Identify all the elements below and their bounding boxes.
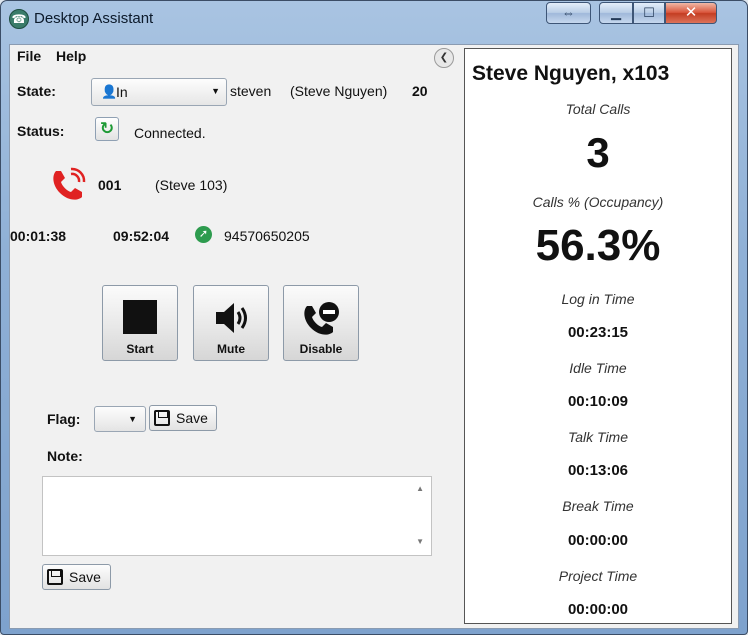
start-label: Start [126, 342, 154, 356]
state-dropdown[interactable]: 👤 In ▼ [91, 78, 227, 106]
talk-time-label: Talk Time [567, 429, 629, 445]
menu-help[interactable]: Help [56, 48, 86, 64]
call-party: (Steve 103) [155, 177, 228, 193]
app-phone-icon: ☎ [9, 9, 29, 29]
total-calls-value: 3 [586, 129, 610, 176]
outbound-call-icon: ➚ [195, 226, 212, 243]
app-window: ☎ Desktop Assistant ⇔ ▁ ☐ ✕ File Help ❮ … [0, 0, 748, 635]
disable-button[interactable]: Disable [283, 285, 359, 361]
save-flag-label: Save [176, 410, 208, 426]
client-area: File Help ❮ State: 👤 In ▼ steven (Steve … [9, 44, 739, 629]
stats-panel: Steve Nguyen, x103 Total Calls 3 Calls %… [464, 48, 732, 624]
phone-disabled-icon [304, 302, 339, 335]
menu-file[interactable]: File [17, 48, 41, 64]
total-calls-label: Total Calls [565, 101, 631, 117]
maximize-button[interactable]: ☐ [633, 2, 665, 24]
break-time-value: 00:00:00 [567, 532, 629, 549]
chevron-down-icon: ▼ [128, 414, 137, 424]
call-duration: 00:01:38 [10, 228, 67, 244]
agent-name: Steve Nguyen, x103 [472, 62, 670, 85]
menu-bar: File Help ❮ [10, 45, 462, 68]
break-time-label: Break Time [562, 498, 634, 514]
save-note-button[interactable]: Save [42, 564, 111, 590]
talk-time-value: 00:13:06 [567, 462, 629, 479]
chevron-down-icon: ▼ [211, 86, 220, 96]
idle-time-value: 00:10:09 [567, 393, 629, 410]
title-bar[interactable]: ☎ Desktop Assistant ⇔ ▁ ☐ ✕ [1, 1, 747, 37]
status-label: Status: [17, 123, 65, 139]
speaker-icon [216, 303, 247, 333]
call-number: 94570650205 [224, 228, 310, 244]
occupancy-value: 56.3% [535, 221, 661, 270]
collapse-panel-icon[interactable]: ❮ [434, 48, 454, 68]
call-line: 001 [98, 177, 122, 193]
extension-count: 20 [412, 83, 428, 99]
mute-button[interactable]: Mute [193, 285, 269, 361]
save-disk-icon [154, 410, 170, 426]
minimize-button[interactable]: ▁ [599, 2, 633, 24]
save-flag-button[interactable]: Save [149, 405, 217, 431]
occupancy-label: Calls % (Occupancy) [532, 194, 664, 210]
disable-label: Disable [299, 342, 343, 356]
project-time-label: Project Time [558, 568, 638, 584]
state-label: State: [17, 83, 56, 99]
note-label: Note: [47, 448, 83, 464]
flag-label: Flag: [47, 411, 81, 427]
state-value: In [116, 84, 128, 100]
flag-dropdown[interactable]: ▼ [94, 406, 146, 432]
mute-label: Mute [217, 342, 245, 356]
login-time-label: Log in Time [561, 291, 635, 307]
close-button[interactable]: ✕ [665, 2, 717, 24]
user-fullname: (Steve Nguyen) [290, 83, 388, 99]
username: steven [230, 83, 272, 99]
refresh-icon[interactable]: ↻ [95, 117, 119, 141]
ringing-phone-icon [53, 167, 86, 200]
save-note-label: Save [69, 569, 101, 585]
save-disk-icon [47, 569, 63, 585]
project-time-value: 00:00:00 [567, 601, 629, 618]
login-time-value: 00:23:15 [567, 324, 629, 341]
person-icon: 👤 [101, 84, 118, 99]
call-time: 09:52:04 [113, 228, 170, 244]
window-title: Desktop Assistant [34, 10, 154, 27]
idle-time-label: Idle Time [569, 360, 627, 376]
dock-toggle-button[interactable]: ⇔ [546, 2, 591, 24]
status-text: Connected. [134, 125, 206, 141]
note-textarea[interactable] [42, 476, 432, 556]
start-button[interactable]: Start [102, 285, 178, 361]
stop-square-icon [123, 300, 157, 334]
